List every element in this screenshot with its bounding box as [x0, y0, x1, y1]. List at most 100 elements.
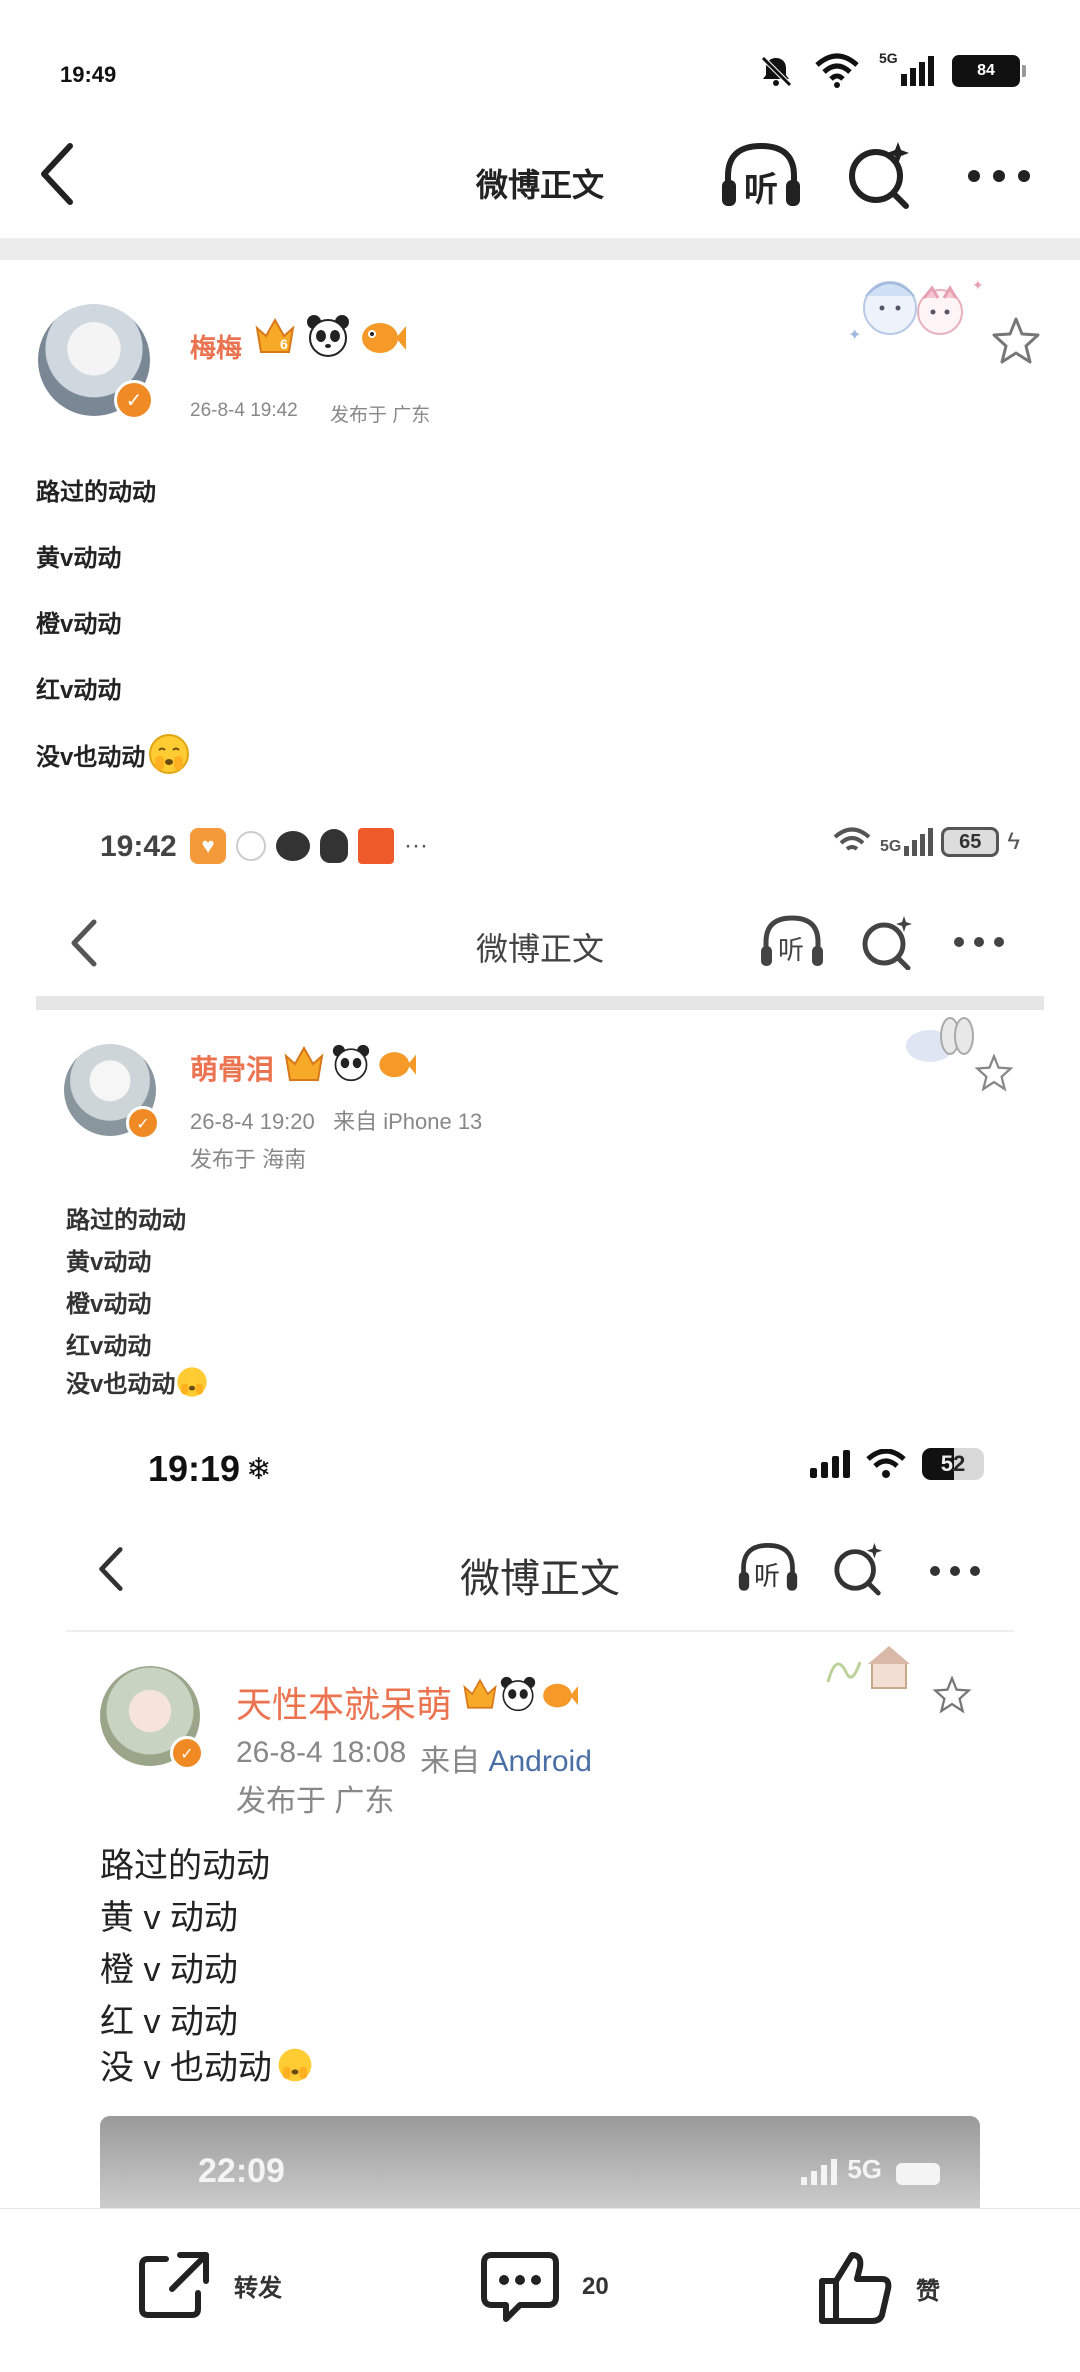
embedded-screenshot-1: 19:42 ♥ ··· 5G 65 ϟ 微博正文 听 ✓ 萌骨泪 26-8-4 … [36, 800, 1044, 1440]
battery-level: 65 [959, 830, 982, 853]
signal-bar [801, 2177, 808, 2185]
crown-icon [463, 1678, 497, 1709]
comment-count: 20 [582, 2273, 609, 2300]
mute-icon [761, 56, 792, 87]
post-text-line: 没v也动动 [36, 743, 146, 771]
crown-icon [284, 1045, 324, 1081]
shy-face-emoji-icon [177, 1366, 208, 1397]
signal-5g: 5G [879, 50, 934, 86]
post-text-line: 红v动动 [66, 1333, 152, 1360]
page-title: 微博正文 [475, 167, 604, 203]
signal-bar [821, 1462, 828, 1478]
signal-bar [832, 1456, 839, 1478]
repost-button[interactable]: 转发 [136, 2249, 282, 2321]
verified-badge: ✓ [126, 1106, 160, 1140]
signal-bar [843, 1450, 850, 1478]
embedded-status-right: 5G 65 ϟ [832, 826, 1020, 858]
signal-bar [928, 56, 934, 86]
comment-icon [481, 2252, 559, 2322]
post-text-line: 黄 v 动动 [100, 1899, 238, 1937]
embedded-screenshot-2: 19:19 ❄ 52 微博正文 听 ✓ 天性本就呆萌 26-8-4 18:08 … [66, 1420, 1014, 2260]
signal-bar [810, 1468, 817, 1478]
embedded-app-icons: ♥ ··· [190, 828, 428, 864]
post-text-line: 没v也动动 [66, 1371, 176, 1398]
author-name[interactable]: 梅梅 [190, 328, 242, 365]
post-location: 发布于 广东 [330, 405, 431, 426]
battery-indicator: 52 [922, 1448, 984, 1480]
post-text-line: 黄v动动 [36, 545, 122, 572]
search-ai-icon[interactable] [846, 140, 914, 210]
sticker-decoration-icon [826, 1646, 910, 1689]
panda-icon [500, 1676, 536, 1712]
crown-level: 6 [280, 336, 288, 352]
sticker-decoration-icon [906, 1017, 974, 1062]
app-weibo-icon [236, 831, 266, 861]
search-ai-icon [862, 916, 912, 970]
crown-badge: 6 [254, 316, 296, 356]
status-time-text: 19:19 [148, 1448, 241, 1489]
comment-button[interactable]: 20 [480, 2249, 609, 2325]
wifi-icon [833, 827, 871, 851]
separator [36, 996, 1044, 1010]
network-label: 5G [879, 838, 902, 855]
signal-bar [912, 840, 918, 856]
repost-label: 转发 [234, 2274, 282, 2302]
network-label: 5G [879, 50, 898, 66]
embedded-listen: 听 [758, 914, 826, 970]
svg-text:✦: ✦ [972, 277, 984, 293]
listen-button[interactable]: 听 [718, 140, 804, 212]
signal-bar [811, 2171, 818, 2185]
share-icon [139, 2252, 209, 2318]
post-text-line: 路过的动动 [66, 1207, 186, 1234]
battery-indicator: 84 [952, 55, 1026, 87]
verified-badge: ✓ [170, 1736, 204, 1770]
shy-face-emoji-icon [278, 2048, 312, 2081]
more-icon [954, 937, 1004, 947]
signal-bar [821, 2165, 828, 2185]
app-orange-icon [358, 828, 394, 864]
battery-level: 52 [940, 1451, 966, 1476]
signal-bar [919, 62, 925, 86]
signal-bar [904, 846, 910, 856]
listen-label: 听 [744, 171, 778, 209]
signal-5g: 5G [879, 828, 934, 856]
post-text-line: 红v动动 [36, 677, 122, 704]
post-location: 发布于 海南 [190, 1147, 307, 1172]
signal-bar [831, 2159, 838, 2185]
source-device: Android [488, 1745, 592, 1778]
network-label: 5G [847, 2154, 882, 2184]
verified-badge: ✓ [114, 380, 154, 420]
app-more-icon: ··· [404, 832, 428, 859]
battery-level: 84 [977, 62, 995, 79]
more-icon[interactable] [964, 166, 1034, 186]
snowflake-icon: ❄ [246, 1452, 272, 1486]
author-avatar[interactable]: ✓ [38, 304, 156, 422]
signal-bar [920, 834, 926, 856]
post-text-line-wrap: 没v也动动 [66, 1364, 209, 1399]
signal-bar [901, 74, 907, 86]
wifi-icon [815, 53, 859, 88]
post-text-line: 橙 v 动动 [100, 1951, 238, 1989]
embedded-status-time: 19:19 ❄ [148, 1448, 271, 1490]
post-date: 26-8-4 19:42 [190, 400, 298, 421]
listen-label: 听 [778, 935, 805, 965]
app-qq-icon [320, 829, 348, 863]
author-name: 天性本就呆萌 [236, 1684, 453, 1725]
inner-status-time: 22:09 [198, 2152, 285, 2190]
post-date-source: 26-8-4 19:20 来自 iPhone 13 [190, 1109, 483, 1134]
app-heart-icon: ♥ [190, 828, 226, 864]
signal-bars [810, 1450, 850, 1478]
favorite-star-icon[interactable] [990, 316, 1042, 366]
like-button[interactable]: 赞 [816, 2249, 940, 2327]
post-text-line: 橙v动动 [36, 611, 122, 638]
inner-status-right: 5G [801, 2154, 940, 2185]
crown-icon [255, 317, 295, 353]
separator [66, 1630, 1014, 1632]
shy-face-emoji-icon [149, 734, 190, 774]
post-location: 发布于 广东 [236, 1785, 395, 1818]
fish-icon [543, 1683, 578, 1708]
panda-icon [332, 1044, 370, 1082]
favorite-star-icon [974, 1054, 1014, 1092]
signal-bar [910, 68, 916, 86]
post-text-line: 路过的动动 [36, 479, 156, 506]
